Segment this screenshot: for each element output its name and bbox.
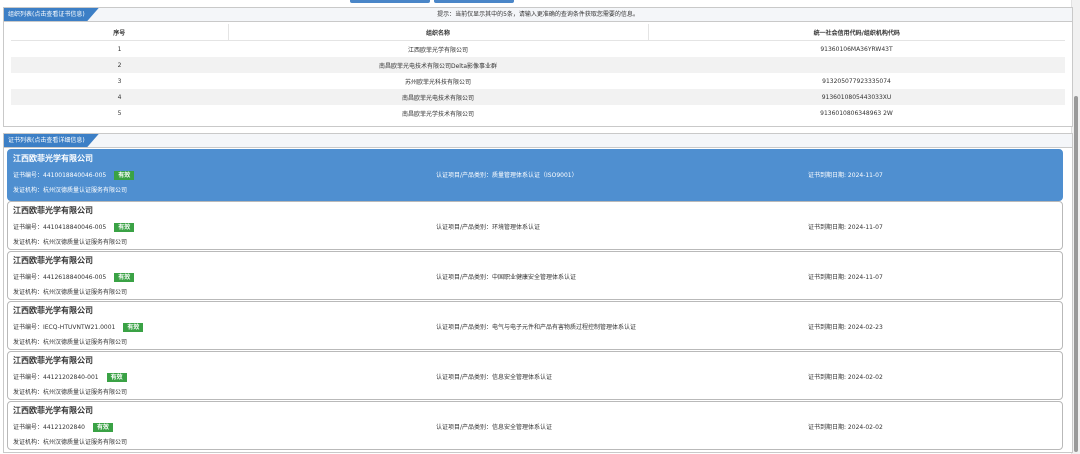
cert-number-row: 证书编号：IECQ-HTUVNTW21.0001 有效 bbox=[13, 322, 144, 332]
cert-card[interactable]: 江西欧菲光学有限公司 证书编号：44121202840-001 有效 认证项目/产… bbox=[7, 351, 1063, 400]
cert-card[interactable]: 江西欧菲光学有限公司 证书编号：44121202840 有效 认证项目/产品类别：… bbox=[7, 401, 1063, 450]
cert-project: 认证项目/产品类别：信息安全管理体系认证 bbox=[436, 424, 553, 431]
toolbar-button[interactable] bbox=[350, 0, 430, 3]
cert-number-row: 证书编号：4410418840046-005 有效 bbox=[13, 222, 135, 232]
cert-company: 江西欧菲光学有限公司 bbox=[13, 154, 93, 163]
cert-number-row: 证书编号：4412618840046-005 有效 bbox=[13, 272, 135, 282]
row-no: 4 bbox=[11, 89, 228, 105]
org-list-panel: 提示：当前仅显示其中的5条，请输入更准确的查询条件获取您需要的信息。 组织列表(… bbox=[3, 7, 1073, 127]
table-row[interactable]: 3 苏州欧菲光科技有限公司 913205077923335074 bbox=[11, 73, 1065, 89]
cert-number: 证书编号：4412618840046-005 bbox=[13, 274, 107, 281]
cert-project: 认证项目/产品类别：环境管理体系认证 bbox=[436, 224, 541, 231]
row-name[interactable]: 南昌欧菲光学技术有限公司 bbox=[228, 105, 648, 121]
col-header-no: 序号 bbox=[11, 24, 228, 41]
col-header-code: 统一社会信用代码/组织机构代码 bbox=[647, 24, 1065, 41]
cert-project: 认证项目/产品类别：电气与电子元件和产品有害物质过程控制管理体系认证 bbox=[436, 324, 637, 331]
cert-card[interactable]: 江西欧菲光学有限公司 证书编号：IECQ-HTUVNTW21.0001 有效 认证… bbox=[7, 301, 1063, 350]
cert-company: 江西欧菲光学有限公司 bbox=[13, 406, 93, 415]
row-no: 3 bbox=[117, 77, 122, 85]
org-table: 序号 组织名称 统一社会信用代码/组织机构代码 1 江西欧菲光学有限公司 913… bbox=[11, 24, 1065, 121]
cert-issuer: 发证机构：杭州汉德质量认证服务有限公司 bbox=[13, 239, 128, 246]
cert-list-header: 证书列表(点击查看详细信息) bbox=[4, 134, 1072, 148]
cert-expiry: 证书到期日期: 2024-11-07 bbox=[808, 274, 883, 281]
cert-expiry: 证书到期日期: 2024-02-02 bbox=[808, 374, 883, 381]
table-row[interactable]: 2 南昌欧菲光电技术有限公司Delta影像事业群 bbox=[11, 57, 1065, 73]
cert-list-tab[interactable]: 证书列表(点击查看详细信息) bbox=[4, 134, 99, 147]
row-name[interactable]: 南昌欧菲光电技术有限公司 bbox=[228, 89, 648, 105]
cert-issuer: 发证机构：杭州汉德质量认证服务有限公司 bbox=[13, 339, 128, 346]
row-name[interactable]: 苏州欧菲光科技有限公司 bbox=[228, 73, 648, 89]
row-name[interactable]: 南昌欧菲光电技术有限公司Delta影像事业群 bbox=[228, 57, 648, 73]
cert-number: 证书编号：44121202840-001 bbox=[13, 374, 99, 381]
status-badge: 有效 bbox=[123, 323, 144, 332]
top-toolbar bbox=[0, 0, 1072, 4]
status-badge: 有效 bbox=[114, 171, 135, 180]
table-row[interactable]: 4 南昌欧菲光电技术有限公司 9136010805443033XU bbox=[11, 89, 1065, 105]
cert-number: 证书编号：IECQ-HTUVNTW21.0001 bbox=[13, 324, 116, 331]
cert-company: 江西欧菲光学有限公司 bbox=[13, 306, 93, 315]
row-name[interactable]: 江西欧菲光学有限公司 bbox=[228, 41, 648, 58]
status-badge: 有效 bbox=[114, 223, 135, 232]
row-code: 9136010806348963 2W bbox=[820, 109, 893, 117]
status-badge: 有效 bbox=[106, 373, 127, 382]
cert-issuer: 发证机构：杭州汉德质量认证服务有限公司 bbox=[13, 289, 128, 296]
table-row[interactable]: 5 南昌欧菲光学技术有限公司 9136010806348963 2W bbox=[11, 105, 1065, 121]
cert-card[interactable]: 江西欧菲光学有限公司 证书编号：4412618840046-005 有效 认证项目… bbox=[7, 251, 1063, 300]
row-code: 913205077923335074 bbox=[822, 77, 891, 85]
status-badge: 有效 bbox=[114, 273, 135, 282]
cert-issuer: 发证机构：杭州汉德质量认证服务有限公司 bbox=[13, 439, 128, 446]
cert-project: 认证项目/产品类别：信息安全管理体系认证 bbox=[436, 374, 553, 381]
org-list-tab[interactable]: 组织列表(点击查看证书信息) bbox=[4, 8, 99, 21]
cert-company: 江西欧菲光学有限公司 bbox=[13, 356, 93, 365]
cert-company: 江西欧菲光学有限公司 bbox=[13, 256, 93, 265]
table-row[interactable]: 1 江西欧菲光学有限公司 91360106MA36YRW43T bbox=[11, 41, 1065, 58]
cert-issuer: 发证机构：杭州汉德质量认证服务有限公司 bbox=[13, 187, 128, 194]
cert-project: 认证项目/产品类别：质量管理体系认证（ISO9001） bbox=[436, 172, 578, 179]
cert-issuer: 发证机构：杭州汉德质量认证服务有限公司 bbox=[13, 389, 128, 396]
org-list-tip: 提示：当前仅显示其中的5条，请输入更准确的查询条件获取您需要的信息。 bbox=[437, 11, 639, 18]
cert-expiry: 证书到期日期: 2024-11-07 bbox=[808, 172, 883, 179]
cert-expiry: 证书到期日期: 2024-02-02 bbox=[808, 424, 883, 431]
org-list-header: 提示：当前仅显示其中的5条，请输入更准确的查询条件获取您需要的信息。 组织列表(… bbox=[4, 8, 1072, 22]
row-no: 1 bbox=[117, 45, 122, 53]
cert-number: 证书编号：4410418840046-005 bbox=[13, 224, 107, 231]
row-code: 9136010805443033XU bbox=[648, 89, 1065, 105]
cert-card[interactable]: 江西欧菲光学有限公司 证书编号：4410018840046-005 有效 认证项目… bbox=[7, 149, 1063, 201]
row-code bbox=[648, 57, 1065, 73]
toolbar-button[interactable] bbox=[434, 0, 514, 3]
cert-expiry: 证书到期日期: 2024-02-23 bbox=[808, 324, 883, 331]
cert-expiry: 证书到期日期: 2024-11-07 bbox=[808, 224, 883, 231]
scrollbar-thumb[interactable] bbox=[1074, 96, 1078, 452]
cert-number-row: 证书编号：44121202840-001 有效 bbox=[13, 372, 127, 382]
status-badge: 有效 bbox=[93, 423, 114, 432]
cert-number: 证书编号：44121202840 bbox=[13, 424, 85, 431]
col-header-name: 组织名称 bbox=[227, 24, 648, 41]
row-no: 5 bbox=[117, 109, 122, 117]
cert-number-row: 证书编号：44121202840 有效 bbox=[13, 422, 114, 432]
cert-project: 认证项目/产品类别：中国职业健康安全管理体系认证 bbox=[436, 274, 577, 281]
cert-number: 证书编号：4410018840046-005 bbox=[13, 172, 107, 179]
row-code: 91360106MA36YRW43T bbox=[820, 45, 893, 53]
cert-company: 江西欧菲光学有限公司 bbox=[13, 206, 93, 215]
row-no: 2 bbox=[11, 57, 228, 73]
cert-card[interactable]: 江西欧菲光学有限公司 证书编号：4410418840046-005 有效 认证项目… bbox=[7, 201, 1063, 250]
cert-number-row: 证书编号：4410018840046-005 有效 bbox=[13, 170, 135, 180]
